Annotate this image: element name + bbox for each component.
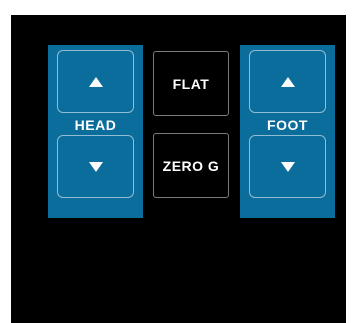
- foot-up-button[interactable]: [249, 50, 326, 113]
- head-up-button[interactable]: [57, 50, 134, 113]
- head-label: HEAD: [74, 117, 117, 133]
- triangle-down-icon: [88, 161, 103, 172]
- head-control-panel: HEAD: [48, 45, 143, 218]
- triangle-up-icon: [88, 76, 103, 87]
- flat-button[interactable]: FLAT: [153, 51, 229, 116]
- bed-remote-screen: HEAD FLAT ZERO G FOOT: [11, 15, 346, 323]
- foot-label: FOOT: [267, 117, 308, 133]
- triangle-down-icon: [280, 161, 295, 172]
- zero-g-button[interactable]: ZERO G: [153, 133, 229, 198]
- head-down-button[interactable]: [57, 135, 134, 198]
- foot-control-panel: FOOT: [240, 45, 335, 218]
- triangle-up-icon: [280, 76, 295, 87]
- foot-down-button[interactable]: [249, 135, 326, 198]
